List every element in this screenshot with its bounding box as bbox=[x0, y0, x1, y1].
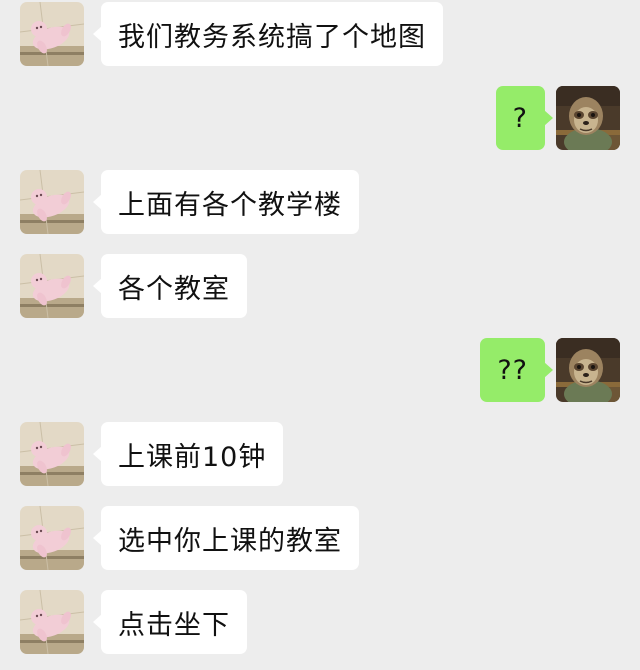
message-text: ?? bbox=[497, 354, 528, 386]
message-text: 各个教室 bbox=[118, 273, 230, 305]
message-row-incoming: 选中你上课的教室 bbox=[0, 506, 640, 570]
bear-avatar-icon[interactable] bbox=[20, 506, 84, 570]
message-bubble[interactable]: 上课前10钟 bbox=[92, 422, 284, 486]
bear-avatar-icon[interactable] bbox=[20, 254, 84, 318]
message-row-incoming: 点击坐下 bbox=[0, 590, 640, 654]
message-bubble[interactable]: 上面有各个教学楼 bbox=[93, 170, 359, 234]
message-text: ? bbox=[512, 102, 528, 134]
chat-message-list[interactable]: 我们教务系统搞了个地图 ? 上面有各个教学楼 各个教室 ?? 上课前10钟 选中… bbox=[0, 0, 640, 670]
message-text: 选中你上课的教室 bbox=[118, 525, 342, 557]
sloth-avatar-icon[interactable] bbox=[556, 86, 620, 150]
message-row-outgoing: ?? bbox=[0, 338, 640, 402]
bear-avatar-icon[interactable] bbox=[20, 422, 84, 486]
message-text: 上面有各个教学楼 bbox=[118, 189, 342, 221]
message-bubble[interactable]: 选中你上课的教室 bbox=[93, 506, 359, 570]
bear-avatar-icon[interactable] bbox=[20, 2, 84, 66]
message-text: 我们教务系统搞了个地图 bbox=[118, 21, 426, 53]
message-row-outgoing: ? bbox=[0, 86, 640, 150]
message-row-incoming: 上面有各个教学楼 bbox=[0, 170, 640, 234]
message-bubble[interactable]: ? bbox=[495, 86, 554, 150]
message-text: 点击坐下 bbox=[118, 609, 230, 641]
message-bubble[interactable]: ?? bbox=[480, 338, 553, 402]
message-bubble[interactable]: 各个教室 bbox=[93, 254, 247, 318]
sloth-avatar-icon[interactable] bbox=[556, 338, 620, 402]
message-bubble[interactable]: 我们教务系统搞了个地图 bbox=[93, 2, 443, 66]
message-row-incoming: 我们教务系统搞了个地图 bbox=[0, 2, 640, 66]
message-bubble[interactable]: 点击坐下 bbox=[93, 590, 247, 654]
message-row-incoming: 上课前10钟 bbox=[0, 422, 640, 486]
bear-avatar-icon[interactable] bbox=[20, 590, 84, 654]
bear-avatar-icon[interactable] bbox=[20, 170, 84, 234]
message-text: 上课前10钟 bbox=[118, 441, 267, 473]
message-row-incoming: 各个教室 bbox=[0, 254, 640, 318]
